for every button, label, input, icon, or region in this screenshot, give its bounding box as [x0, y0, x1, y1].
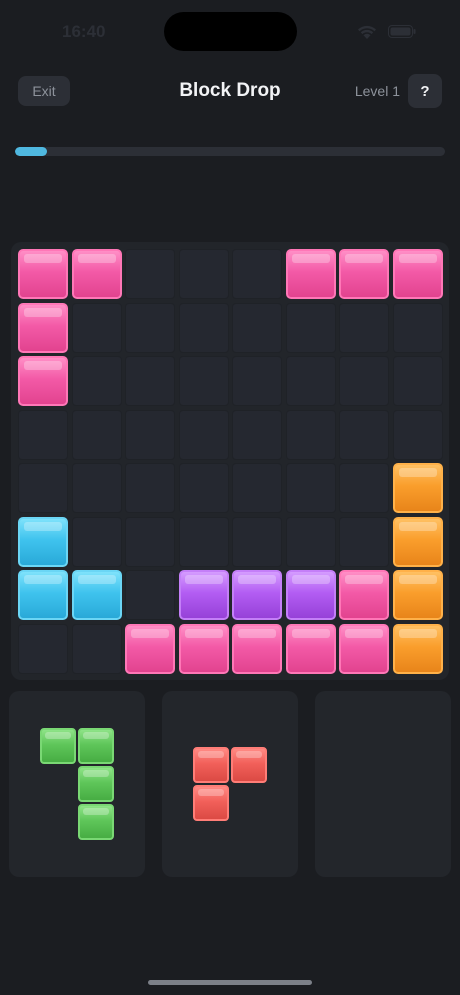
board-cell[interactable] — [339, 302, 389, 353]
red-piece-block[interactable] — [193, 785, 229, 821]
cyan-block — [71, 570, 122, 620]
board-cell[interactable] — [285, 463, 336, 513]
board-cell[interactable] — [125, 516, 175, 567]
board-cell[interactable] — [339, 356, 389, 406]
orange-block — [392, 463, 443, 513]
board-cell[interactable] — [285, 302, 336, 353]
board-cell[interactable] — [285, 356, 336, 406]
board-cell[interactable] — [71, 409, 122, 460]
status-time: 16:40 — [62, 22, 106, 41]
board-cell[interactable] — [339, 463, 389, 513]
progress-fill — [15, 147, 48, 156]
board-cell[interactable] — [232, 409, 282, 460]
home-indicator[interactable] — [148, 980, 312, 985]
board-cell[interactable] — [18, 623, 68, 674]
green-piece-block[interactable] — [78, 728, 114, 764]
green-piece-block[interactable] — [78, 804, 114, 840]
board-cell[interactable] — [18, 463, 68, 513]
piece-slot-1[interactable] — [9, 691, 145, 877]
orange-block — [392, 570, 443, 620]
pink-block — [18, 249, 68, 299]
red-piece-block[interactable] — [231, 747, 267, 783]
green-piece-block[interactable] — [78, 766, 114, 802]
pink-block — [125, 623, 175, 674]
pink-block — [178, 623, 229, 674]
exit-button[interactable]: Exit — [18, 76, 70, 106]
header: Exit Block Drop Level 1 ? — [0, 72, 460, 112]
wifi-icon — [358, 25, 376, 39]
camera-notch — [164, 12, 297, 51]
cyan-block — [18, 570, 68, 620]
board-cell[interactable] — [71, 516, 122, 567]
board-cell[interactable] — [71, 463, 122, 513]
purple-block — [232, 570, 282, 620]
board-cell[interactable] — [71, 623, 122, 674]
board-cell[interactable] — [178, 516, 229, 567]
board-cell[interactable] — [125, 570, 175, 620]
pink-block — [285, 249, 336, 299]
board-cell[interactable] — [71, 302, 122, 353]
board-cell[interactable] — [125, 302, 175, 353]
help-button[interactable]: ? — [408, 74, 442, 108]
purple-block — [178, 570, 229, 620]
pink-block — [339, 570, 389, 620]
board-cell[interactable] — [125, 356, 175, 406]
board-cell[interactable] — [232, 249, 282, 299]
pink-block — [18, 356, 68, 406]
board-cell[interactable] — [125, 409, 175, 460]
page-title: Block Drop — [179, 80, 281, 101]
pink-block — [71, 249, 122, 299]
board-cell[interactable] — [178, 409, 229, 460]
cyan-block — [18, 516, 68, 567]
pink-block — [339, 623, 389, 674]
board-cell[interactable] — [232, 516, 282, 567]
pink-block — [18, 302, 68, 353]
orange-block — [392, 623, 443, 674]
board-cell[interactable] — [178, 356, 229, 406]
pink-block — [339, 249, 389, 299]
board-cell[interactable] — [71, 356, 122, 406]
pink-block — [392, 249, 443, 299]
level-label: Level 1 — [354, 83, 400, 99]
board-cell[interactable] — [178, 463, 229, 513]
status-bar: 16:40 — [0, 0, 460, 62]
board-cell[interactable] — [339, 409, 389, 460]
pink-block — [232, 623, 282, 674]
board-cell[interactable] — [339, 516, 389, 567]
board-cell[interactable] — [232, 302, 282, 353]
board-cell[interactable] — [285, 516, 336, 567]
red-piece-block[interactable] — [193, 747, 229, 783]
board-cell[interactable] — [232, 356, 282, 406]
pink-block — [285, 623, 336, 674]
board-cell[interactable] — [285, 409, 336, 460]
purple-block — [285, 570, 336, 620]
progress-bar — [15, 147, 445, 156]
orange-block — [392, 516, 443, 567]
board-cell[interactable] — [232, 463, 282, 513]
piece-slot-2[interactable] — [162, 691, 298, 877]
board-cell[interactable] — [392, 409, 443, 460]
board-cell[interactable] — [392, 356, 443, 406]
board-cell[interactable] — [392, 302, 443, 353]
green-piece-block[interactable] — [40, 728, 76, 764]
board-cell[interactable] — [18, 409, 68, 460]
board-cell[interactable] — [178, 249, 229, 299]
board-cell[interactable] — [125, 463, 175, 513]
board-cell[interactable] — [125, 249, 175, 299]
piece-slot-3[interactable] — [315, 691, 451, 877]
board-cell[interactable] — [178, 302, 229, 353]
battery-icon — [388, 25, 416, 38]
game-board[interactable] — [11, 242, 449, 680]
